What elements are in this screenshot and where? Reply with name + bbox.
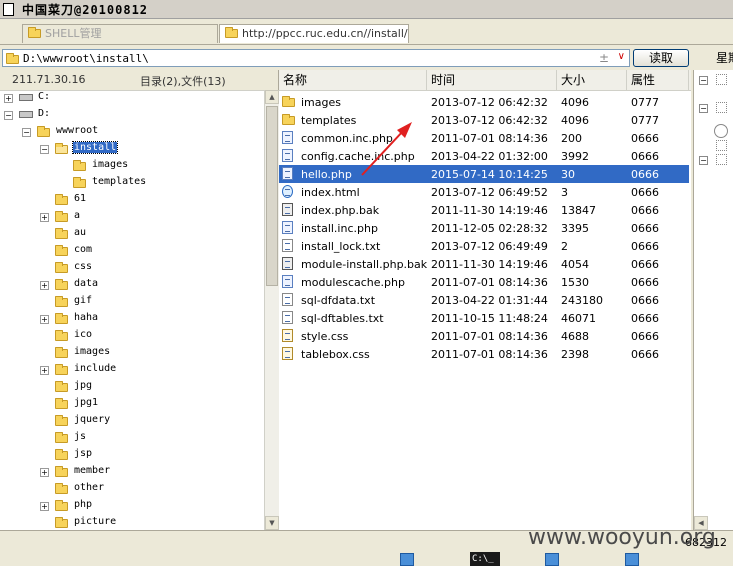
annotation-arrow-icon	[361, 122, 412, 176]
